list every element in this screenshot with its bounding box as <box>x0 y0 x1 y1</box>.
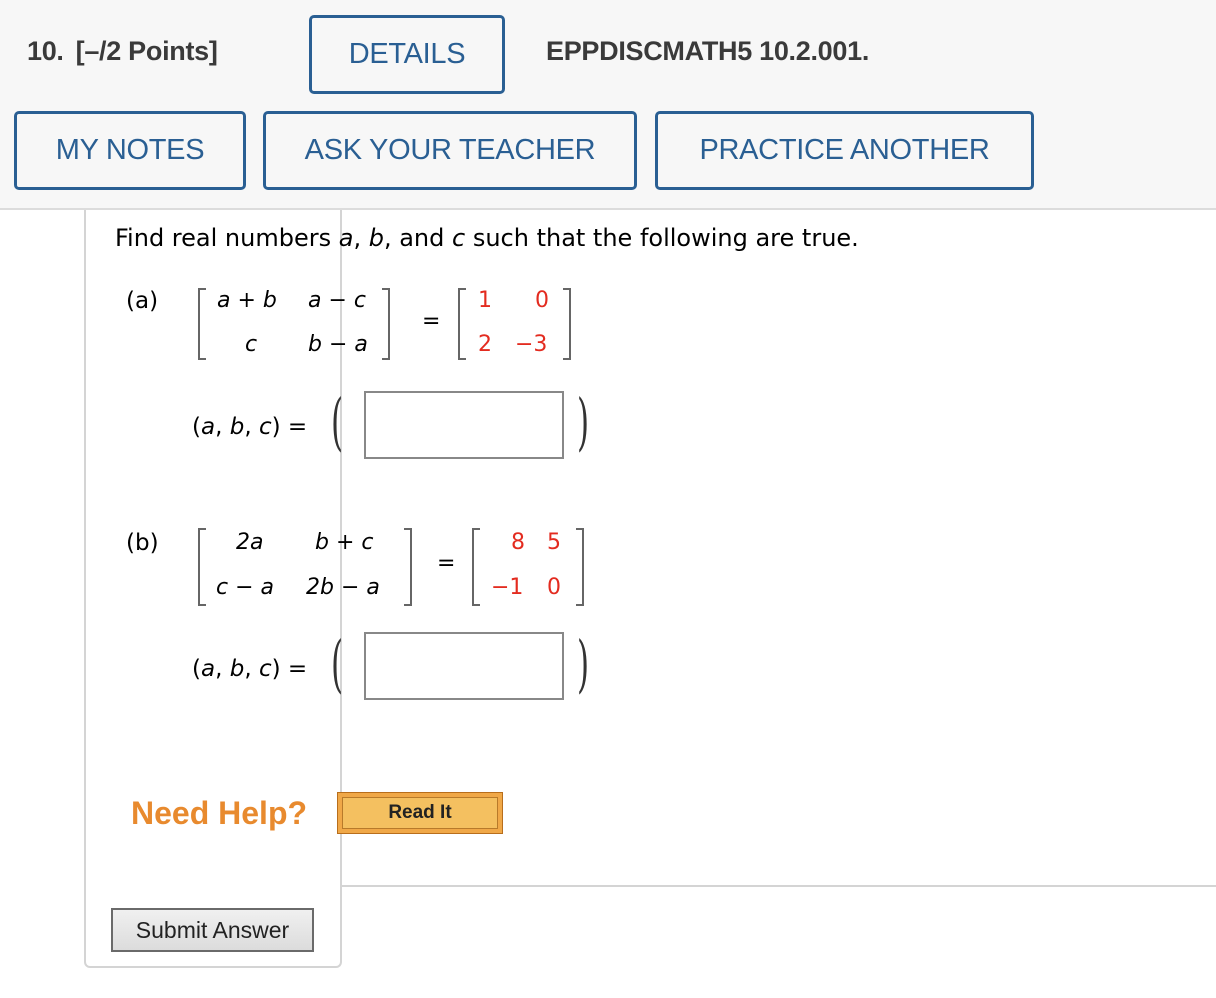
matrix-cell: b + c <box>315 530 374 555</box>
need-help-label: Need Help? <box>131 795 308 831</box>
matrix-value: 5 <box>547 530 561 555</box>
question-content-frame <box>84 210 342 968</box>
part-b-answer-label: (a, b, c) = <box>192 656 308 682</box>
question-prompt: Find real numbers a, b, and c such that … <box>115 224 859 252</box>
left-paren: ( <box>331 385 344 458</box>
matrix-cell: a − c <box>308 288 366 313</box>
matrix-cell: c <box>245 332 258 357</box>
question-code: EPPDISCMATH5 10.2.001. <box>546 36 870 66</box>
part-a-answer-input[interactable] <box>364 391 564 459</box>
practice-another-button[interactable]: PRACTICE ANOTHER <box>655 111 1034 190</box>
matrix-cell: a + b <box>217 288 277 313</box>
part-b-label: (b) <box>126 530 159 556</box>
right-bracket <box>576 528 584 606</box>
left-bracket <box>458 288 466 360</box>
question-number-points: 10. [–/2 Points] <box>27 36 218 67</box>
read-it-button[interactable]: Read It <box>337 792 503 834</box>
my-notes-button[interactable]: MY NOTES <box>14 111 246 190</box>
submit-answer-button[interactable]: Submit Answer <box>111 908 314 952</box>
matrix-value: −3 <box>515 332 548 357</box>
question-header: 10. [–/2 Points] DETAILS EPPDISCMATH5 10.… <box>0 0 1216 210</box>
matrix-cell: c − a <box>216 575 274 600</box>
matrix-value: −1 <box>491 575 524 600</box>
right-paren: ) <box>577 385 590 458</box>
left-paren: ( <box>331 627 344 700</box>
ask-your-teacher-button[interactable]: ASK YOUR TEACHER <box>263 111 637 190</box>
question-number: 10. <box>27 36 64 66</box>
part-a-label: (a) <box>126 288 159 314</box>
left-bracket <box>472 528 480 606</box>
content-divider <box>340 885 1216 887</box>
read-it-label: Read It <box>342 797 498 829</box>
left-bracket <box>198 288 206 360</box>
matrix-value: 0 <box>535 288 549 313</box>
points-label: [–/2 Points] <box>75 36 218 66</box>
left-bracket <box>198 528 206 606</box>
matrix-value: 0 <box>547 575 561 600</box>
right-paren: ) <box>577 627 590 700</box>
details-button[interactable]: DETAILS <box>309 15 505 94</box>
right-bracket <box>382 288 390 360</box>
part-b-answer-input[interactable] <box>364 632 564 700</box>
part-a-answer-label: (a, b, c) = <box>192 414 308 440</box>
right-bracket <box>563 288 571 360</box>
matrix-cell: 2b − a <box>306 575 380 600</box>
equals-sign: = <box>437 551 456 576</box>
matrix-value: 8 <box>511 530 525 555</box>
right-bracket <box>404 528 412 606</box>
matrix-cell: b − a <box>308 332 368 357</box>
matrix-value: 2 <box>478 332 492 357</box>
matrix-cell: 2a <box>236 530 264 555</box>
equals-sign: = <box>422 309 441 334</box>
matrix-value: 1 <box>478 288 492 313</box>
